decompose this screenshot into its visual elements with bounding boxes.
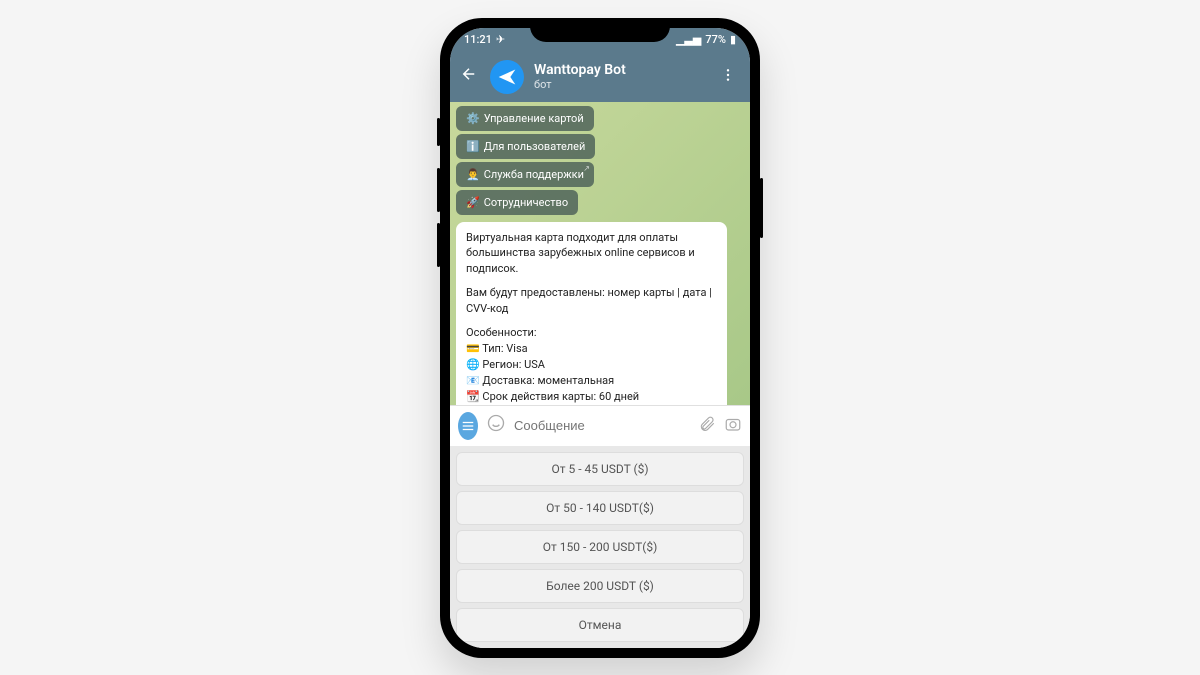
keyboard-button-range-1[interactable]: От 5 - 45 USDT ($)	[456, 452, 744, 486]
keyboard-button-cancel[interactable]: Отмена	[456, 608, 744, 642]
chat-subtitle: бот	[534, 78, 706, 91]
inline-button-manage-card[interactable]: ⚙️ Управление картой	[456, 106, 594, 131]
inline-button-support[interactable]: 👨‍💼 Служба поддержки ↗	[456, 162, 594, 187]
arrow-left-icon	[460, 65, 478, 83]
smile-icon	[486, 413, 506, 433]
telegram-indicator-icon: ✈	[496, 33, 505, 46]
record-button[interactable]	[724, 415, 742, 437]
phone-notch	[530, 18, 670, 42]
back-button[interactable]	[460, 65, 480, 88]
feature-line-region: 🌐 Регион: USA	[466, 357, 717, 373]
bot-avatar[interactable]	[490, 60, 524, 94]
message-input[interactable]	[514, 418, 690, 433]
inline-button-label: Для пользователей	[484, 140, 586, 153]
phone-silent-switch	[437, 118, 440, 146]
battery-percent: 77%	[705, 33, 726, 46]
chat-title: Wanttopay Bot	[534, 62, 706, 78]
bot-menu-button[interactable]	[458, 412, 478, 440]
emoji-button[interactable]	[486, 413, 506, 438]
signal-icon: ▁▃▅	[676, 33, 701, 46]
keyboard-button-range-4[interactable]: Более 200 USDT ($)	[456, 569, 744, 603]
attach-button[interactable]	[698, 415, 716, 437]
send-icon	[497, 67, 517, 87]
feature-line-expiry: 📆 Срок действия карты: 60 дней	[466, 389, 717, 405]
camera-icon	[724, 415, 742, 433]
header-menu-button[interactable]	[716, 67, 740, 87]
phone-frame: 11:21 ✈ ▁▃▅ 77% ▮ Wanttopay Bot бот	[440, 18, 760, 658]
message-input-bar	[450, 405, 750, 446]
message-paragraph: Виртуальная карта подходит для оплаты бо…	[466, 230, 717, 278]
message-paragraph: Вам будут предоставлены: номер карты | д…	[466, 285, 717, 317]
inline-button-for-users[interactable]: ℹ️ Для пользователей	[456, 134, 595, 159]
inline-button-label: Сотрудничество	[484, 196, 568, 209]
paperclip-icon	[698, 415, 716, 433]
battery-icon: ▮	[730, 33, 736, 46]
external-link-icon: ↗	[583, 164, 590, 173]
keyboard-button-range-3[interactable]: От 150 - 200 USDT($)	[456, 530, 744, 564]
feature-line-delivery: 📧 Доставка: моментальная	[466, 373, 717, 389]
more-vertical-icon	[720, 67, 736, 83]
rocket-icon: 🚀	[466, 196, 480, 209]
bot-message: Виртуальная карта подходит для оплаты бо…	[456, 222, 727, 405]
phone-power-button	[760, 178, 763, 238]
feature-line-type: 💳 Тип: Visa	[466, 341, 717, 357]
message-features-label: Особенности:	[466, 325, 717, 341]
phone-volume-up	[437, 168, 440, 212]
menu-icon	[461, 419, 475, 433]
inline-button-label: Управление картой	[484, 112, 584, 125]
support-icon: 👨‍💼	[466, 168, 480, 181]
chat-area[interactable]: ⚙️ Управление картой ℹ️ Для пользователе…	[450, 102, 750, 405]
chat-header: Wanttopay Bot бот	[450, 52, 750, 102]
keyboard-button-range-2[interactable]: От 50 - 140 USDT($)	[456, 491, 744, 525]
chat-header-info[interactable]: Wanttopay Bot бот	[534, 62, 706, 91]
phone-volume-down	[437, 223, 440, 267]
inline-button-label: Служба поддержки	[484, 168, 584, 181]
info-icon: ℹ️	[466, 140, 480, 153]
reply-keyboard: От 5 - 45 USDT ($) От 50 - 140 USDT($) О…	[450, 446, 750, 648]
inline-button-partnership[interactable]: 🚀 Сотрудничество	[456, 190, 578, 215]
status-time: 11:21	[464, 33, 492, 46]
gear-icon: ⚙️	[466, 112, 480, 125]
phone-screen: 11:21 ✈ ▁▃▅ 77% ▮ Wanttopay Bot бот	[450, 28, 750, 648]
